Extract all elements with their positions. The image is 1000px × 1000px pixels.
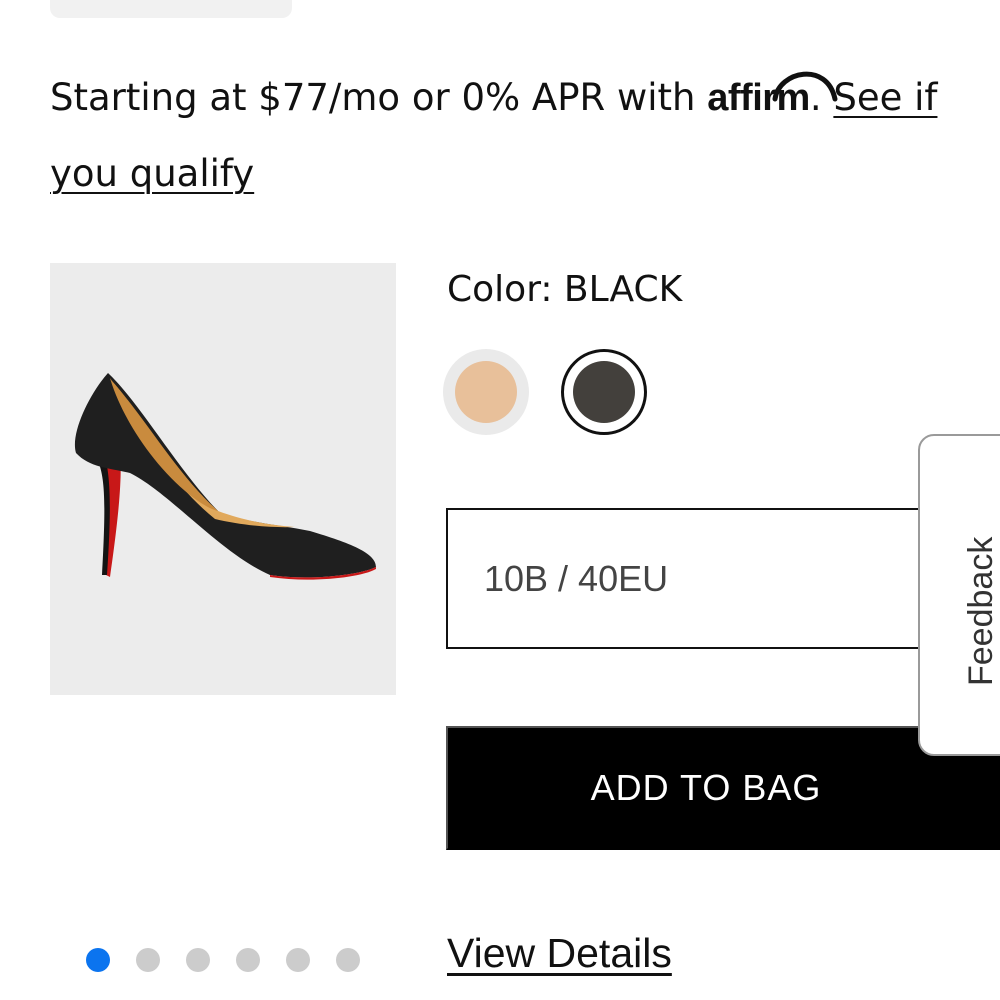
swatch-black[interactable]	[561, 349, 647, 435]
carousel-dot-1[interactable]	[86, 948, 110, 972]
feedback-label: Feedback	[962, 536, 1000, 686]
carousel-dot-4[interactable]	[236, 948, 260, 972]
carousel-dot-3[interactable]	[186, 948, 210, 972]
feedback-tab[interactable]: Feedback	[918, 434, 1000, 756]
shoe-product-icon	[74, 373, 376, 580]
size-select[interactable]: 10B / 40EU	[446, 508, 1000, 649]
swatch-nude[interactable]	[443, 349, 529, 435]
top-panel-edge	[50, 0, 292, 18]
swatch-black-fill	[573, 361, 635, 423]
swatch-nude-fill	[455, 361, 517, 423]
affirm-arc-icon	[772, 71, 838, 102]
product-image[interactable]	[50, 263, 396, 695]
carousel-dot-2[interactable]	[136, 948, 160, 972]
financing-text: Starting at $77/mo or 0% APR with	[50, 76, 708, 119]
carousel-dots	[86, 948, 360, 972]
carousel-dot-6[interactable]	[336, 948, 360, 972]
color-label: Color: BLACK	[447, 269, 683, 310]
financing-message: Starting at $77/mo or 0% APR with affirm…	[50, 60, 950, 211]
add-to-bag-button[interactable]: ADD TO BAG	[446, 726, 1000, 850]
view-details-link[interactable]: View Details	[447, 930, 672, 977]
affirm-logo: affirm	[707, 61, 838, 136]
size-select-value: 10B / 40EU	[484, 558, 669, 599]
carousel-dot-5[interactable]	[286, 948, 310, 972]
